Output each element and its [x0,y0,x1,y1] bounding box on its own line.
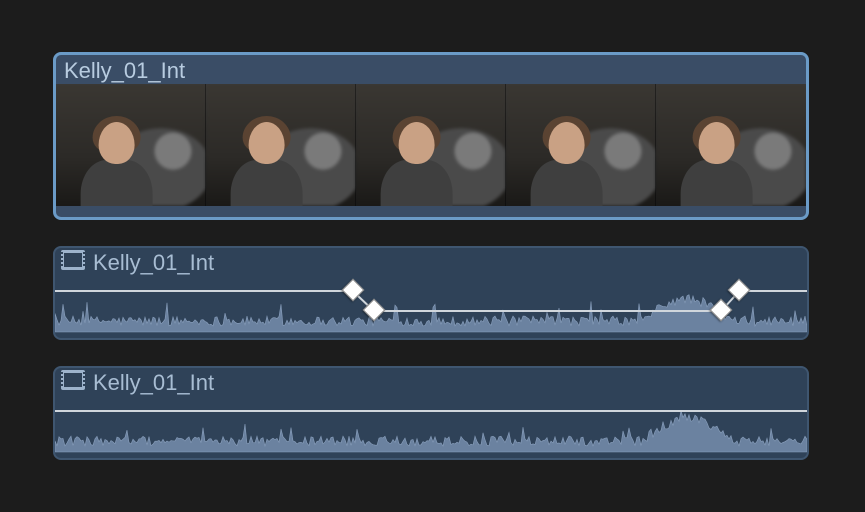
audio-waveform[interactable] [55,276,807,334]
thumbnail-frame[interactable] [206,84,356,206]
video-clip-1[interactable]: Kelly_01_Int [53,52,809,220]
clip-title-bar: Kelly_01_Int [56,55,806,84]
clip-name-label: Kelly_01_Int [64,58,185,84]
volume-line[interactable] [55,410,807,412]
audio-clip-1[interactable]: Kelly_01_Int [53,246,809,340]
clip-title-bar: Kelly_01_Int [55,248,807,276]
thumbnail-frame[interactable] [56,84,206,206]
thumbnail-frame[interactable] [356,84,506,206]
filmstrip[interactable] [56,84,806,206]
thumbnail-frame[interactable] [506,84,656,206]
film-icon [61,250,85,276]
clip-title-bar: Kelly_01_Int [55,368,807,396]
clip-name-label: Kelly_01_Int [93,370,214,396]
film-icon [61,370,85,396]
audio-clip-2[interactable]: Kelly_01_Int [53,366,809,460]
clip-name-label: Kelly_01_Int [93,250,214,276]
timeline[interactable]: Kelly_01_Int Kelly_01_Int Kelly_01_Int [0,0,865,512]
thumbnail-frame[interactable] [656,84,806,206]
audio-waveform[interactable] [55,396,807,454]
